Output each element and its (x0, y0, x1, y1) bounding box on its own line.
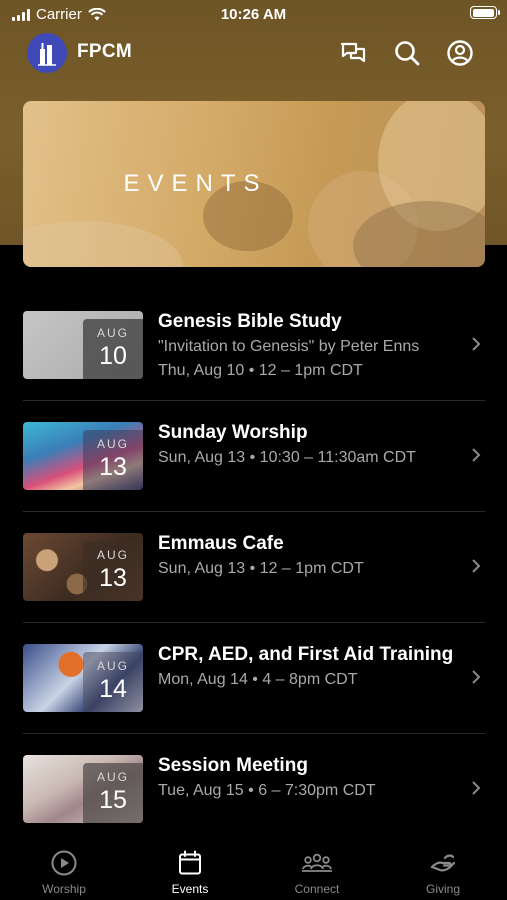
event-datetime: Thu, Aug 10 • 12 – 1pm CDT (158, 362, 363, 379)
event-row[interactable]: AUG 15 Session Meeting Tue, Aug 15 • 6 –… (0, 734, 507, 845)
event-datetime: Tue, Aug 15 • 6 – 7:30pm CDT (158, 782, 376, 799)
event-row[interactable]: AUG 10 Genesis Bible Study "Invitation t… (0, 290, 507, 401)
date-month: AUG (96, 659, 129, 673)
events-banner: EVENTS (23, 101, 485, 267)
battery-icon (470, 6, 500, 19)
date-day: 13 (99, 453, 127, 481)
status-bar: Carrier 10:26 AM (0, 0, 507, 30)
chat-icon[interactable] (338, 38, 368, 68)
events-list: AUG 10 Genesis Bible Study "Invitation t… (0, 290, 507, 845)
date-badge: AUG 14 (83, 652, 143, 712)
app-title: FPCM (77, 41, 133, 62)
event-title: Emmaus Cafe (158, 533, 284, 554)
tab-label: Giving (425, 882, 460, 896)
date-badge: AUG 15 (83, 763, 143, 823)
tab-bar: Worship Events Connect Giving (0, 838, 507, 900)
event-row[interactable]: AUG 13 Emmaus Cafe Sun, Aug 13 • 12 – 1p… (0, 512, 507, 623)
event-title: CPR, AED, and First Aid Training (158, 644, 454, 665)
date-month: AUG (96, 770, 129, 784)
tab-worship[interactable]: Worship (9, 838, 119, 900)
date-badge: AUG 10 (83, 319, 143, 379)
date-badge: AUG 13 (83, 430, 143, 490)
date-day: 14 (99, 675, 127, 703)
date-badge: AUG 13 (83, 541, 143, 601)
tab-label: Worship (42, 882, 86, 896)
event-title: Sunday Worship (158, 422, 308, 443)
date-month: AUG (96, 437, 129, 451)
date-day: 10 (99, 342, 127, 370)
chevron-right-icon (472, 337, 481, 351)
app-header: FPCM (0, 30, 507, 76)
event-row[interactable]: AUG 14 CPR, AED, and First Aid Training … (0, 623, 507, 734)
chevron-right-icon (472, 448, 481, 462)
search-icon[interactable] (392, 38, 422, 68)
chevron-right-icon (472, 781, 481, 795)
tab-events[interactable]: Events (135, 838, 245, 900)
event-thumbnail: AUG 13 (23, 422, 143, 490)
date-month: AUG (96, 548, 129, 562)
church-logo-icon[interactable] (27, 33, 67, 73)
hand-icon (430, 854, 456, 872)
calendar-icon (179, 850, 201, 875)
play-circle-icon (51, 850, 77, 876)
tab-label: Connect (294, 882, 340, 896)
event-title: Session Meeting (158, 755, 308, 776)
status-time: 10:26 AM (220, 6, 287, 23)
event-thumbnail: AUG 15 (23, 755, 143, 823)
event-thumbnail: AUG 13 (23, 533, 143, 601)
event-thumbnail: AUG 14 (23, 644, 143, 712)
event-datetime: Sun, Aug 13 • 10:30 – 11:30am CDT (158, 449, 416, 466)
event-subtitle: "Invitation to Genesis" by Peter Enns (158, 338, 420, 355)
date-day: 13 (99, 564, 127, 592)
chevron-right-icon (472, 670, 481, 684)
event-datetime: Mon, Aug 14 • 4 – 8pm CDT (158, 671, 358, 688)
chevron-right-icon (472, 559, 481, 573)
event-thumbnail: AUG 10 (23, 311, 143, 379)
tab-giving[interactable]: Giving (388, 838, 498, 900)
event-row[interactable]: AUG 13 Sunday Worship Sun, Aug 13 • 10:3… (0, 401, 507, 512)
people-icon (302, 853, 332, 872)
date-day: 15 (99, 786, 127, 814)
date-month: AUG (96, 326, 129, 340)
event-title: Genesis Bible Study (158, 311, 342, 332)
profile-icon[interactable] (445, 38, 475, 68)
banner-title: EVENTS (123, 170, 268, 197)
tab-connect[interactable]: Connect (262, 838, 372, 900)
tab-label: Events (171, 882, 209, 896)
event-datetime: Sun, Aug 13 • 12 – 1pm CDT (158, 560, 364, 577)
